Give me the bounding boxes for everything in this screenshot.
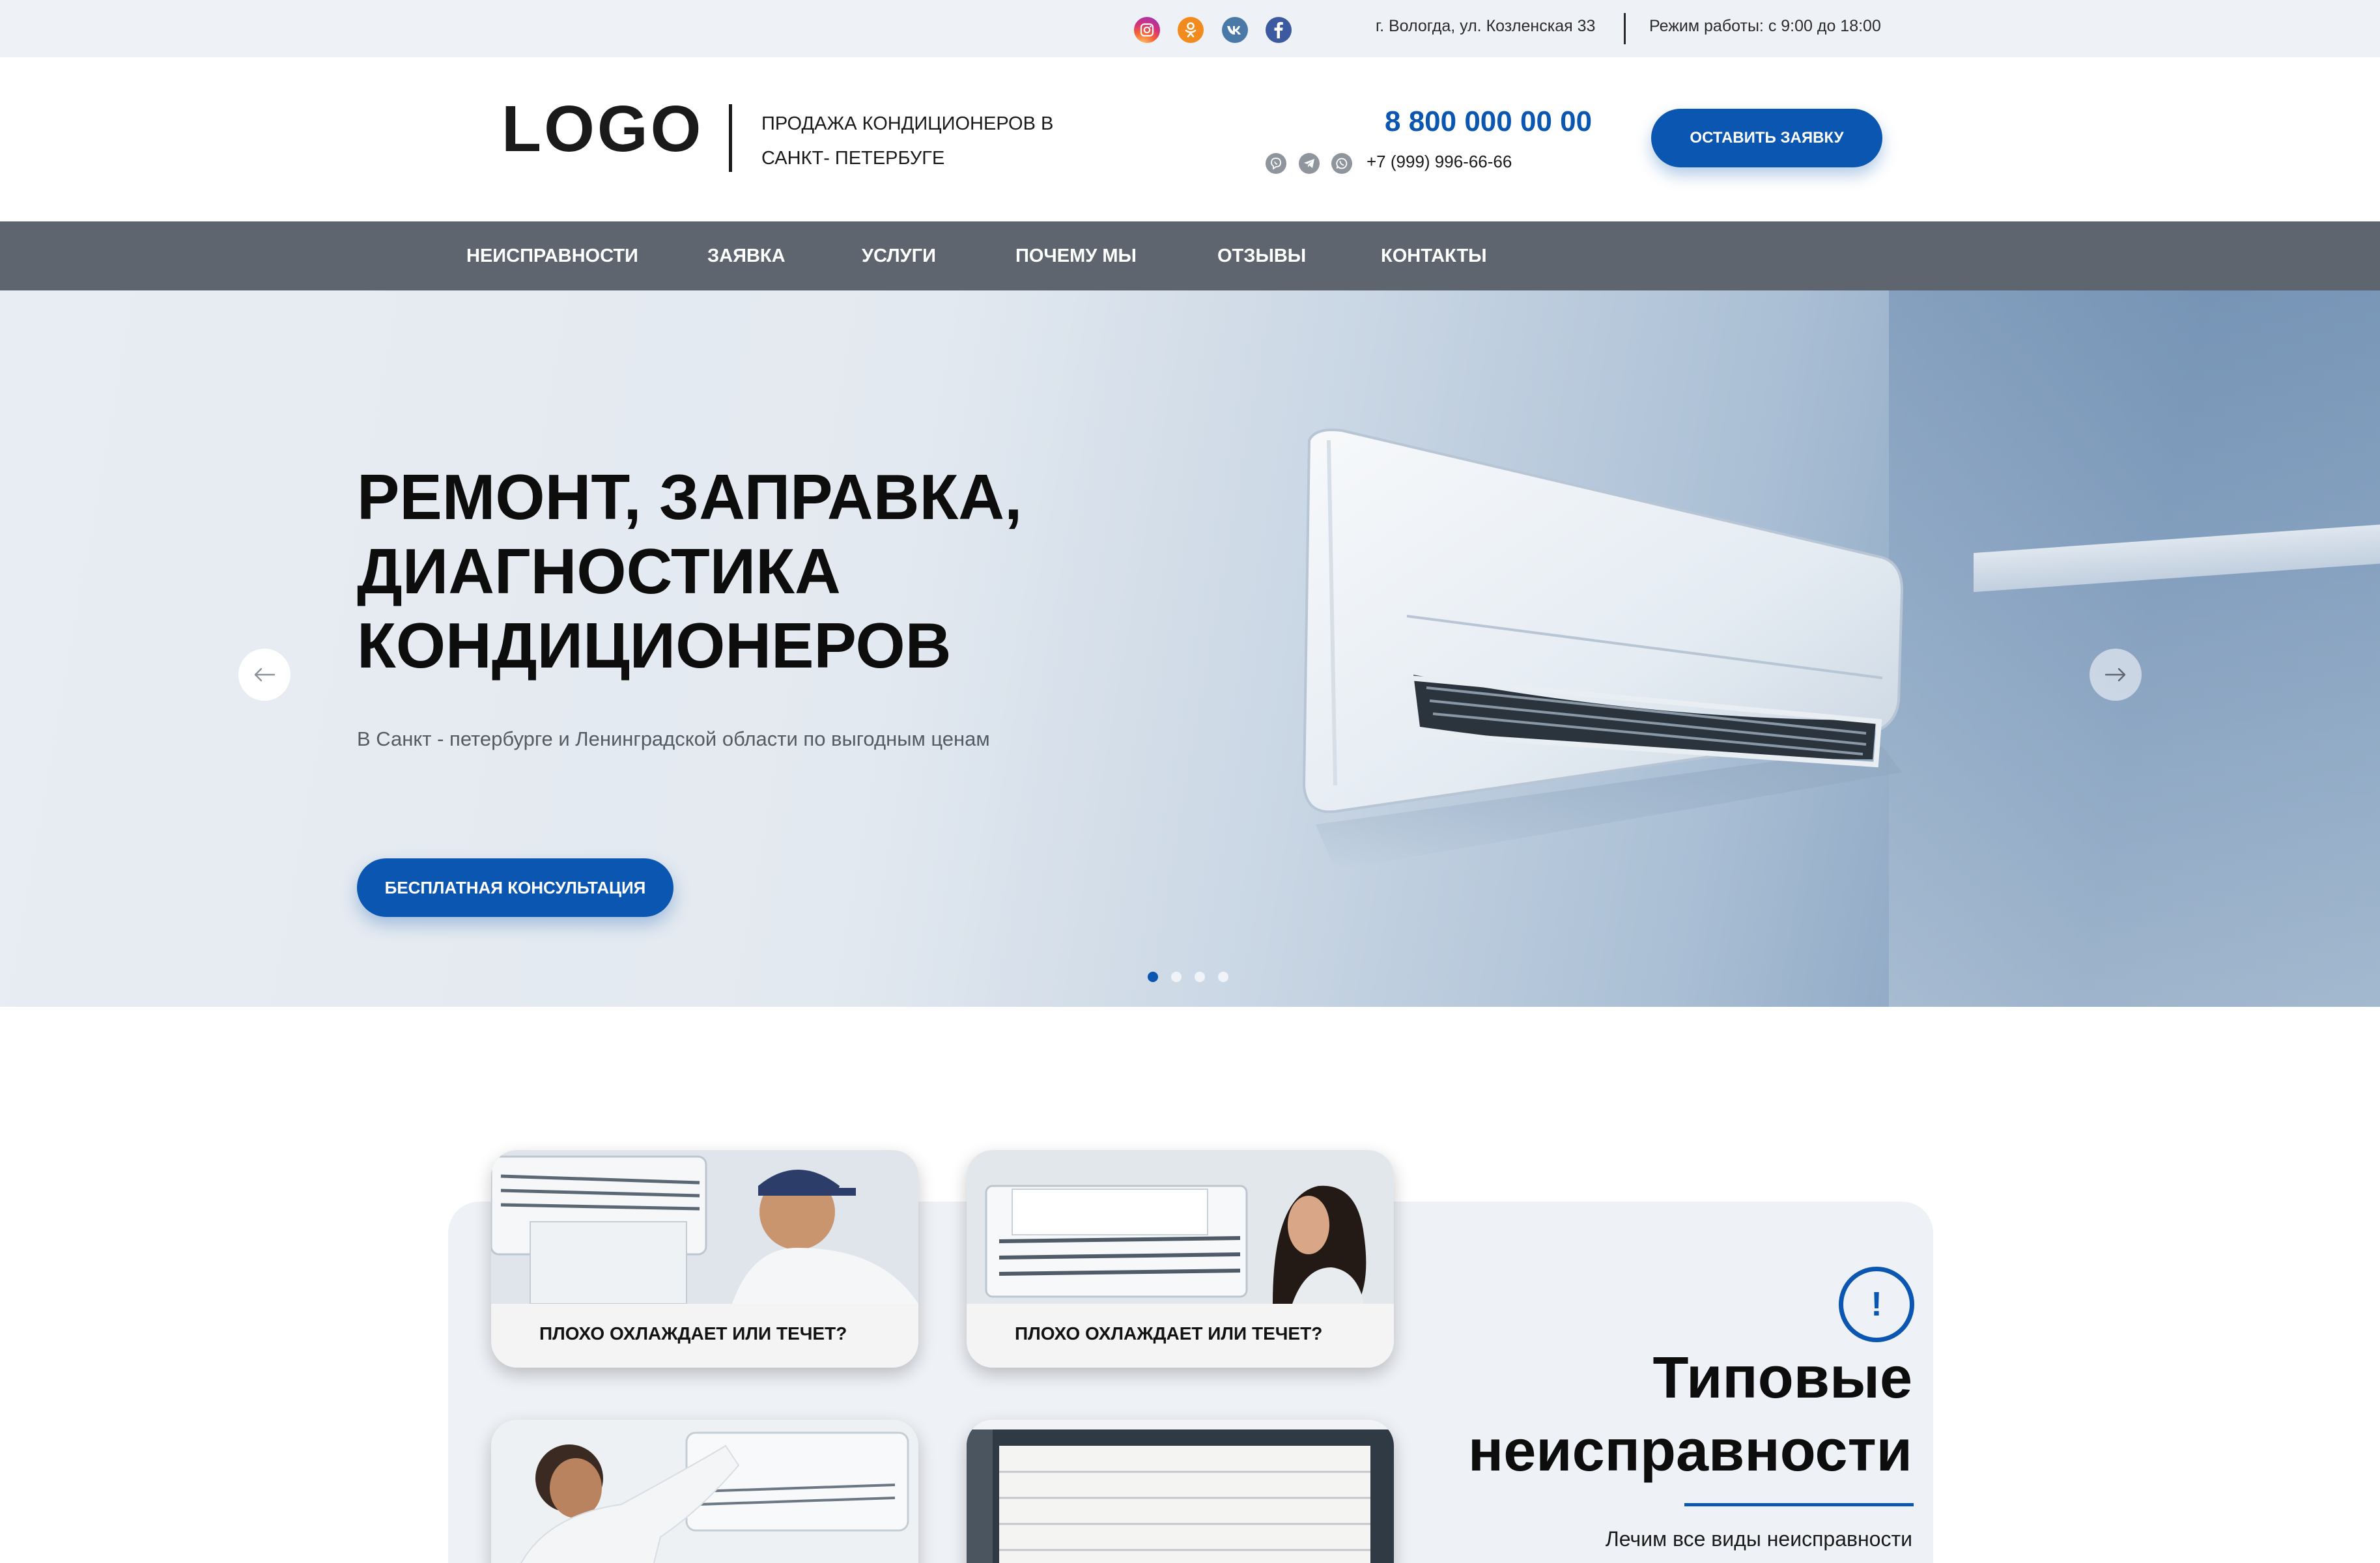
slider-dot-4[interactable] [1218,972,1228,982]
slider-pagination [1148,972,1232,985]
nav-item-contacts[interactable]: КОНТАКТЫ [1381,221,1487,290]
nav-item-request[interactable]: ЗАЯВКА [707,221,786,290]
company-tagline: ПРОДАЖА КОНДИЦИОНЕРОВ В САНКТ- ПЕТЕРБУГЕ [761,107,1053,176]
telegram-icon[interactable] [1299,153,1320,174]
exclamation-icon: ! [1839,1267,1914,1342]
whatsapp-icon[interactable] [1331,153,1352,174]
problem-card-label: ПЛОХО ОХЛАЖДАЕТ ИЛИ ТЕЧЕТ? [1015,1323,1323,1344]
odnoklassniki-icon[interactable] [1178,17,1204,43]
problem-card[interactable]: ПЛОХО ОХЛАЖДАЕТ ИЛИ ТЕЧЕТ? [491,1150,918,1368]
secondary-phone-link[interactable]: +7 (999) 996-66-66 [1367,152,1512,172]
problems-title: Типовые неисправности [1303,1342,1912,1487]
facebook-icon[interactable] [1266,17,1292,43]
problem-card-label: ПЛОХО ОХЛАЖДАЕТ ИЛИ ТЕЧЕТ? [539,1323,847,1344]
nav-item-services[interactable]: УСЛУГИ [862,221,936,290]
problems-title-line-2: неисправности [1467,1418,1912,1484]
instagram-icon[interactable] [1134,17,1160,43]
slider-dot-1[interactable] [1148,972,1158,982]
nav-item-why-us[interactable]: ПОЧЕМУ МЫ [1015,221,1137,290]
arrow-left-icon [254,668,276,682]
main-nav: НЕИСПРАВНОСТИ ЗАЯВКА УСЛУГИ ПОЧЕМУ МЫ ОТ… [0,221,2380,290]
viber-icon[interactable] [1266,153,1286,174]
topbar: г. Вологда, ул. Козленская 33 Режим рабо… [0,0,2380,57]
nav-item-reviews[interactable]: ОТЗЫВЫ [1217,221,1306,290]
tagline-line-1: ПРОДАЖА КОНДИЦИОНЕРОВ В [761,113,1054,134]
free-consultation-button[interactable]: БЕСПЛАТНАЯ КОНСУЛЬТАЦИЯ [357,858,673,917]
hero-title: РЕМОНТ, ЗАПРАВКА, ДИАГНОСТИКА КОНДИЦИОНЕ… [357,460,1022,683]
hero-subtitle: В Санкт - петербурге и Ленинградской обл… [357,727,990,750]
arrow-right-icon [2104,668,2126,682]
problems-title-line-1: Типовые [1652,1345,1912,1411]
hero-slider: РЕМОНТ, ЗАПРАВКА, ДИАГНОСТИКА КОНДИЦИОНЕ… [0,290,2380,1007]
hero-background-wall [1889,290,2380,1007]
slider-dot-2[interactable] [1171,972,1182,982]
air-conditioner-image [1302,429,1904,870]
hero-title-line-1: РЕМОНТ, ЗАПРАВКА, [357,461,1023,533]
working-hours-text: Режим работы: с 9:00 до 18:00 [1649,17,1881,35]
installer-photo [491,1420,918,1563]
problems-subtitle: Лечим все виды неисправности [1605,1527,1912,1551]
title-underline [1684,1503,1914,1506]
vk-icon[interactable] [1222,17,1248,43]
logo[interactable]: LOGO [502,96,703,162]
woman-with-ac-photo [967,1150,1394,1304]
problem-card[interactable]: ПЛОХО ОХЛАЖДАЕТ ИЛИ ТЕЧЕТ? [967,1150,1394,1368]
hero-title-line-3: КОНДИЦИОНЕРОВ [357,610,952,681]
technician-photo [491,1150,918,1304]
slider-dot-3[interactable] [1195,972,1205,982]
nav-item-problems[interactable]: НЕИСПРАВНОСТИ [466,221,638,290]
slider-next-button[interactable] [2090,649,2142,701]
slider-prev-button[interactable] [238,649,290,701]
problem-card[interactable] [491,1420,918,1563]
leave-request-button[interactable]: ОСТАВИТЬ ЗАЯВКУ [1651,109,1882,167]
topbar-divider [1624,13,1626,44]
main-phone-link[interactable]: 8 800 000 00 00 [1385,106,1592,138]
hero-title-line-2: ДИАГНОСТИКА [357,535,841,607]
address-text: г. Вологда, ул. Козленская 33 [1376,17,1596,35]
tagline-line-2: САНКТ- ПЕТЕРБУГЕ [761,148,945,169]
logo-divider [729,104,732,172]
